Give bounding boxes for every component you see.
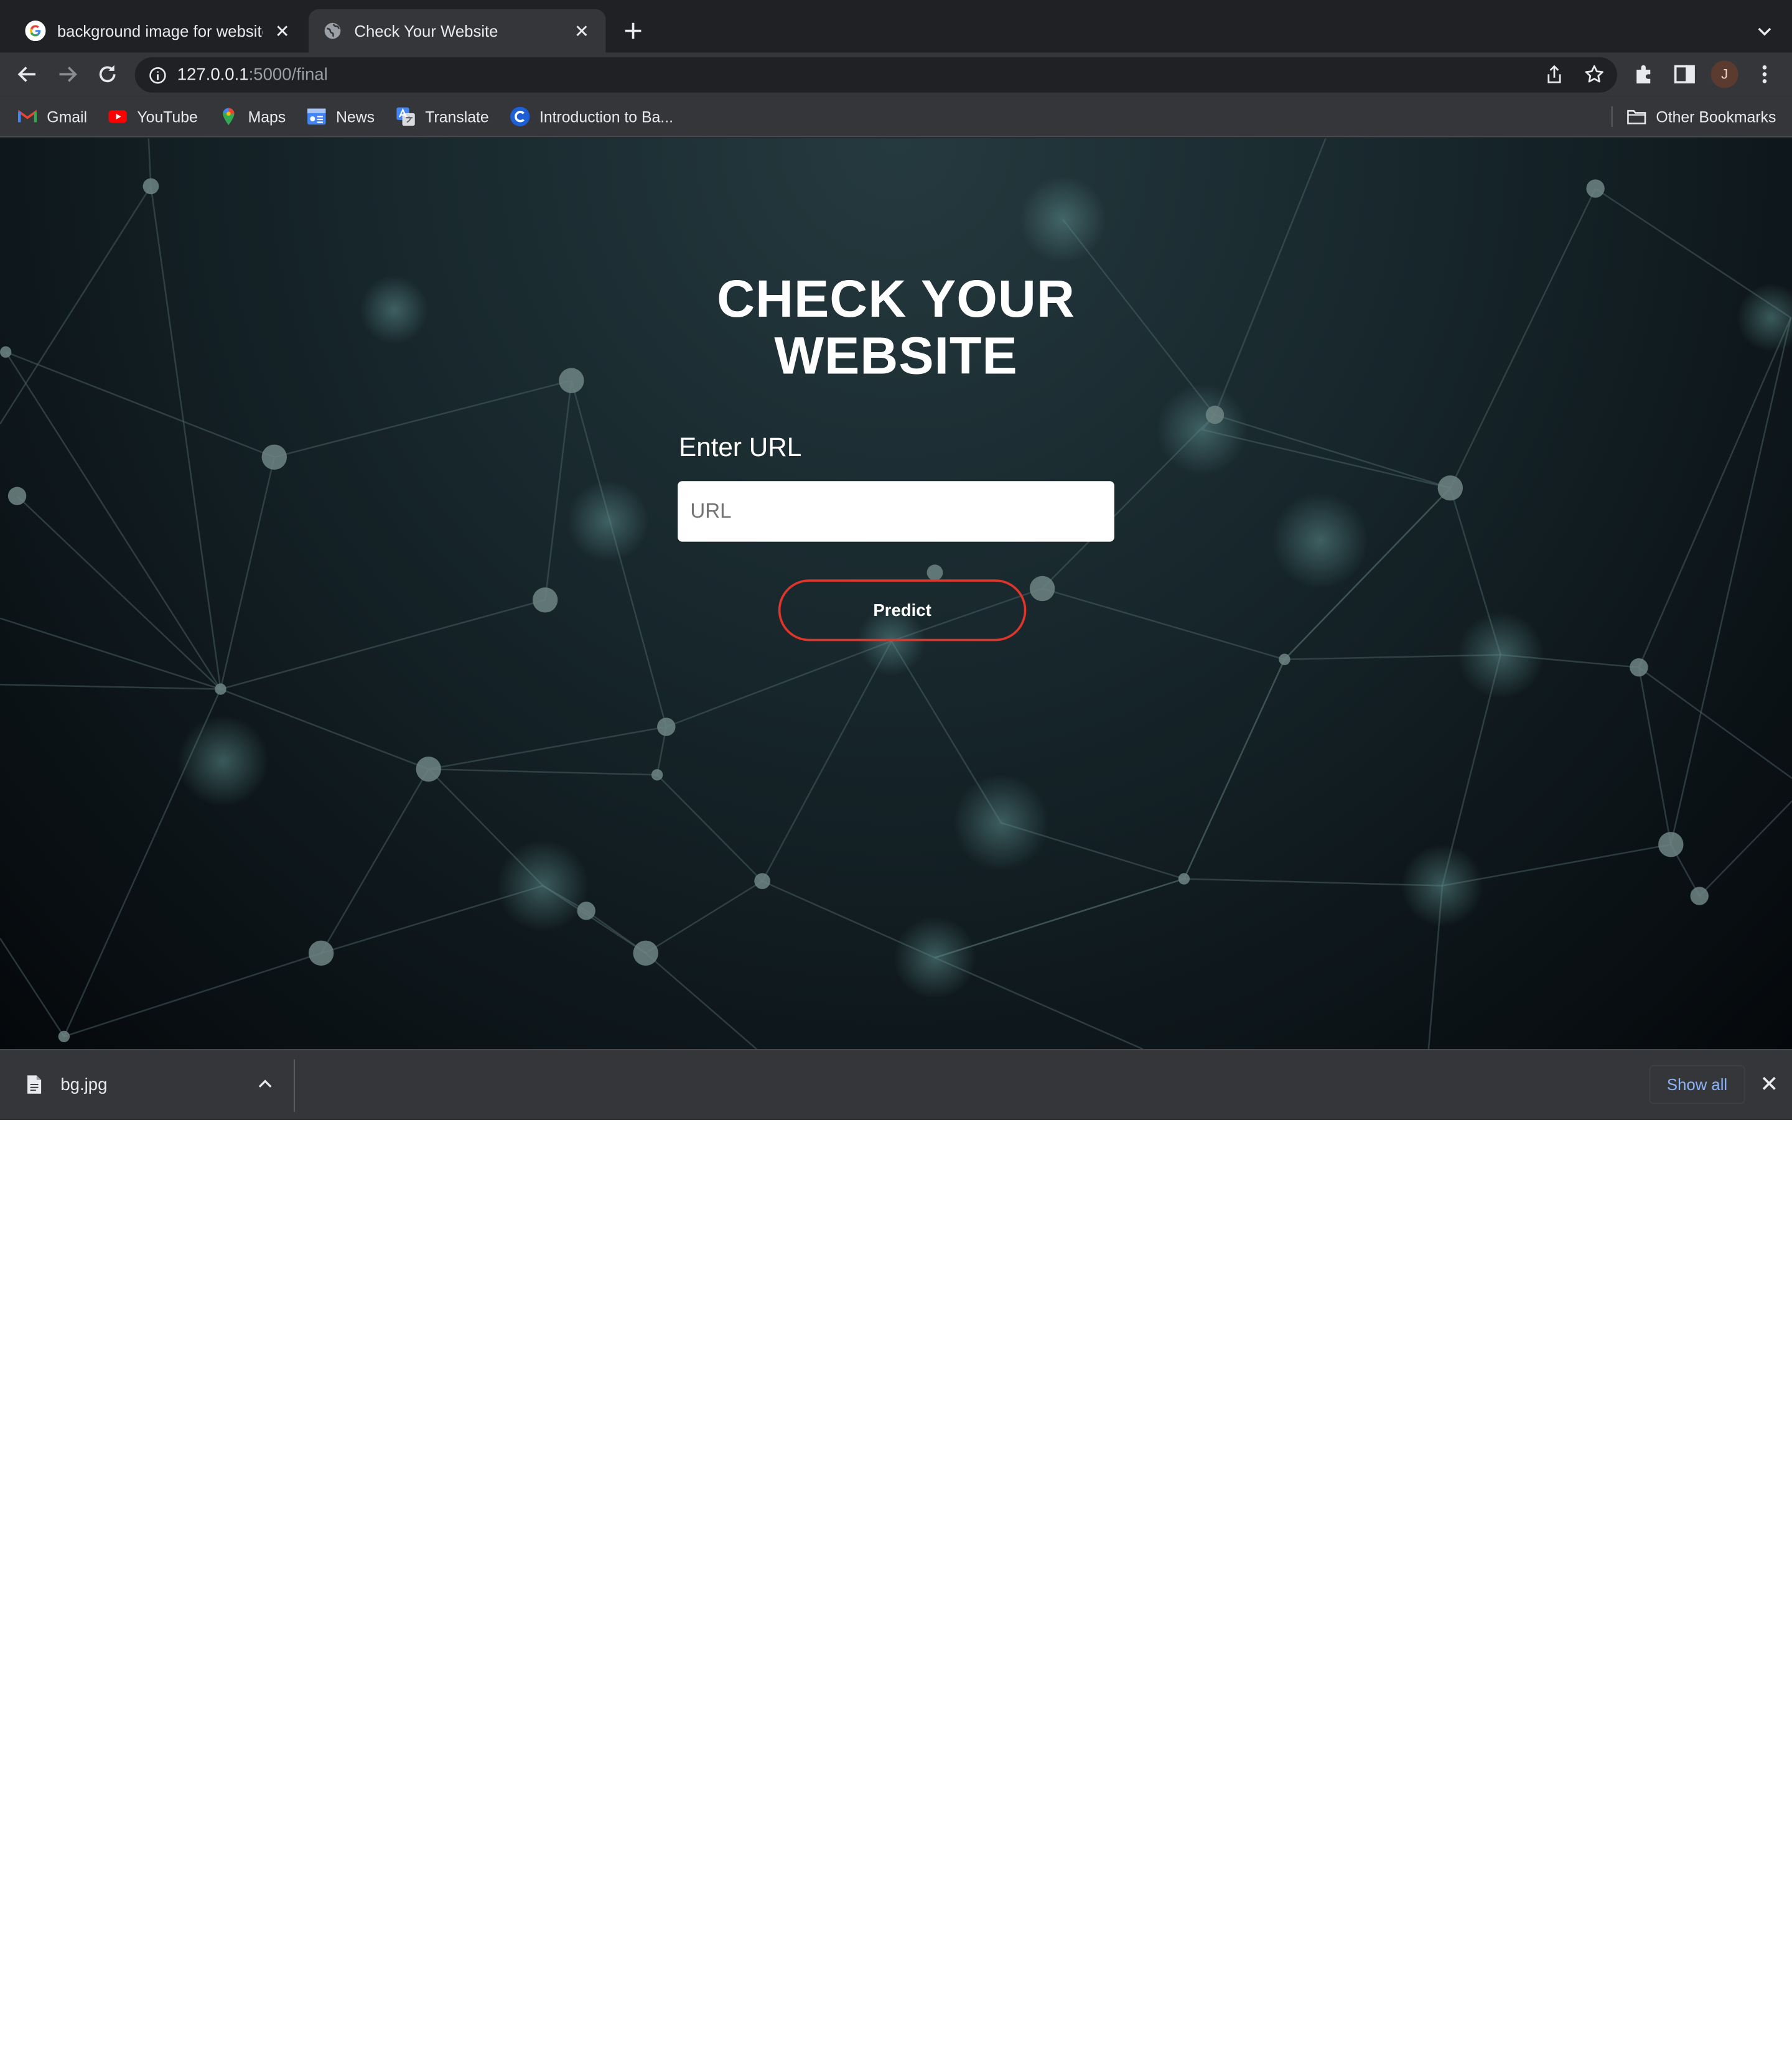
other-bookmarks[interactable]: Other Bookmarks bbox=[1626, 106, 1776, 127]
close-icon[interactable] bbox=[1759, 1073, 1780, 1094]
forward-arrow-icon[interactable] bbox=[55, 62, 80, 86]
c-icon bbox=[510, 106, 530, 126]
share-icon[interactable] bbox=[1544, 64, 1564, 85]
star-icon[interactable] bbox=[1584, 64, 1605, 85]
url-path: :5000/final bbox=[248, 65, 328, 85]
bookmark-news[interactable]: News bbox=[306, 106, 375, 127]
bookmarks-bar: Gmail YouTube Maps News Translate Introd… bbox=[0, 96, 1792, 138]
more-vert-icon[interactable] bbox=[1752, 62, 1777, 86]
close-icon[interactable] bbox=[571, 21, 592, 41]
chevron-up-icon[interactable] bbox=[256, 1075, 274, 1093]
new-tab-plus-icon[interactable] bbox=[620, 18, 645, 43]
bookmark-youtube[interactable]: YouTube bbox=[108, 106, 198, 127]
bookmark-label: Introduction to Ba... bbox=[539, 108, 673, 126]
shelf-divider bbox=[294, 1059, 295, 1112]
youtube-icon bbox=[108, 110, 127, 123]
url-input[interactable] bbox=[678, 481, 1114, 542]
bookmark-translate[interactable]: Translate bbox=[396, 106, 489, 127]
title-line-2: WEBSITE bbox=[774, 325, 1018, 385]
info-icon[interactable] bbox=[149, 67, 167, 85]
tab-title: Check Your Website bbox=[354, 21, 498, 40]
page-title: CHECK YOUR WEBSITE bbox=[668, 269, 1125, 384]
maps-icon bbox=[223, 108, 235, 126]
back-arrow-icon[interactable] bbox=[15, 62, 40, 86]
folder-icon bbox=[1627, 110, 1646, 124]
other-bookmarks-label: Other Bookmarks bbox=[1656, 108, 1776, 126]
browser-window: background image for website Check Your … bbox=[0, 0, 1792, 1120]
bookmark-label: Gmail bbox=[47, 108, 88, 126]
tab-background-image[interactable]: background image for website bbox=[11, 9, 306, 53]
title-line-1: CHECK YOUR bbox=[717, 268, 1075, 329]
bookmark-label: YouTube bbox=[137, 108, 198, 126]
bookmarks-divider bbox=[1611, 106, 1613, 127]
show-all-button[interactable]: Show all bbox=[1649, 1065, 1745, 1104]
predict-button[interactable]: Predict bbox=[778, 579, 1027, 641]
file-icon bbox=[27, 1075, 42, 1094]
side-panel-icon[interactable] bbox=[1672, 62, 1697, 86]
avatar[interactable]: J bbox=[1710, 60, 1738, 88]
bookmark-introduction[interactable]: Introduction to Ba... bbox=[510, 106, 673, 127]
address-bar[interactable]: 127.0.0.1:5000/final bbox=[134, 57, 1617, 93]
news-icon bbox=[307, 108, 326, 125]
extensions-puzzle-icon[interactable] bbox=[1632, 62, 1657, 86]
url-text[interactable]: 127.0.0.1:5000/final bbox=[177, 65, 328, 85]
reload-icon[interactable] bbox=[95, 62, 119, 86]
download-file-name[interactable]: bg.jpg bbox=[60, 1075, 107, 1094]
download-shelf: bg.jpg Show all bbox=[0, 1049, 1792, 1120]
bookmark-label: News bbox=[336, 108, 375, 126]
tab-check-your-website[interactable]: Check Your Website bbox=[308, 9, 606, 53]
bookmark-label: Translate bbox=[425, 108, 489, 126]
bookmark-gmail[interactable]: Gmail bbox=[17, 106, 88, 127]
globe-icon bbox=[324, 22, 341, 39]
tab-strip: background image for website Check Your … bbox=[0, 0, 1792, 53]
bookmark-maps[interactable]: Maps bbox=[218, 106, 286, 127]
url-label: Enter URL bbox=[679, 432, 802, 462]
close-icon[interactable] bbox=[272, 21, 292, 41]
translate-icon bbox=[396, 107, 415, 126]
toolbar: 127.0.0.1:5000/final J bbox=[0, 52, 1792, 96]
gmail-icon bbox=[18, 110, 37, 123]
chevron-down-icon[interactable] bbox=[1754, 21, 1775, 41]
url-host: 127.0.0.1 bbox=[177, 65, 249, 85]
google-icon bbox=[25, 21, 46, 42]
bookmark-label: Maps bbox=[248, 108, 286, 126]
page-content: CHECK YOUR WEBSITE Enter URL Predict bbox=[0, 138, 1792, 1050]
tab-title: background image for website bbox=[57, 21, 263, 40]
